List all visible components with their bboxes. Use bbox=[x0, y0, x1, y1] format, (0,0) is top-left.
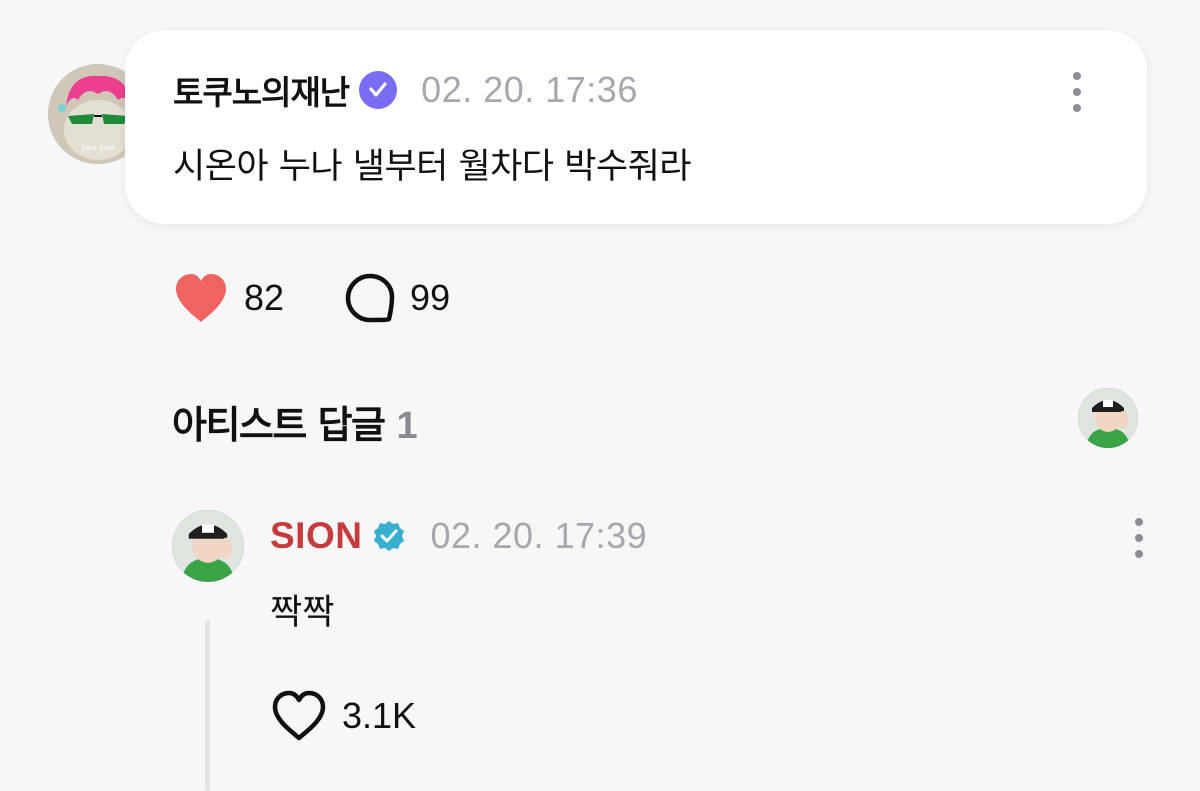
reply-author-name[interactable]: SION bbox=[270, 515, 362, 557]
speech-bubble-icon bbox=[345, 273, 395, 323]
reply-like-count: 3.1K bbox=[342, 695, 417, 736]
comment-count: 99 bbox=[410, 277, 451, 318]
post-card: 토쿠노의재난 02. 20. 17:36 시온아 누나 낼부터 월차다 박수줘라 bbox=[125, 30, 1147, 224]
heart-filled-icon bbox=[176, 274, 226, 322]
more-vertical-icon bbox=[1135, 518, 1143, 526]
reply-text: 짝짝 bbox=[270, 593, 335, 633]
like-count: 82 bbox=[244, 277, 285, 318]
artist-avatar-small[interactable] bbox=[1078, 388, 1138, 448]
more-vertical-icon bbox=[1073, 72, 1081, 80]
post-timestamp: 02. 20. 17:36 bbox=[421, 69, 638, 110]
post-author-name[interactable]: 토쿠노의재난 bbox=[173, 66, 350, 114]
avatar-caption: yare yare bbox=[81, 143, 115, 152]
post-header: 토쿠노의재난 02. 20. 17:36 bbox=[173, 66, 638, 114]
comment-button[interactable]: 99 bbox=[344, 272, 450, 324]
post-text: 시온아 누나 낼부터 월차다 박수줘라 bbox=[173, 147, 692, 187]
post-reactions: 82 99 bbox=[172, 268, 450, 328]
artist-reply-section-title: 아티스트 답글 1 bbox=[172, 394, 418, 449]
post-more-options-button[interactable] bbox=[1062, 66, 1092, 118]
artist-reply-count: 1 bbox=[396, 405, 418, 447]
reply-header: SION 02. 20. 17:39 bbox=[270, 512, 647, 560]
reply-like-button[interactable]: 3.1K bbox=[270, 690, 416, 742]
reply-timestamp: 02. 20. 17:39 bbox=[430, 515, 648, 556]
reply-author-avatar[interactable] bbox=[172, 510, 244, 582]
verified-badge-icon bbox=[372, 519, 406, 553]
like-button[interactable]: 82 bbox=[172, 272, 284, 324]
heart-outline-icon bbox=[272, 690, 326, 741]
artist-reply-label: 아티스트 답글 bbox=[172, 403, 386, 447]
thread-line bbox=[205, 620, 210, 791]
reply-more-options-button[interactable] bbox=[1124, 512, 1154, 564]
verified-badge-icon bbox=[359, 71, 398, 109]
